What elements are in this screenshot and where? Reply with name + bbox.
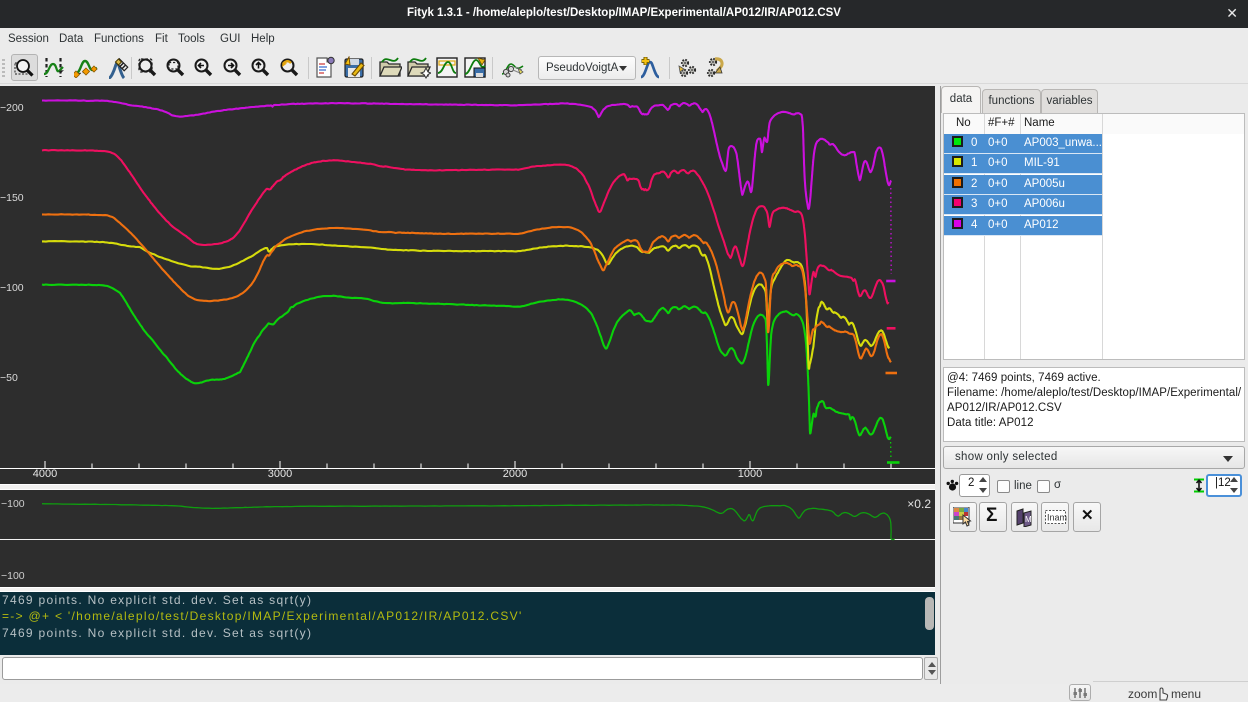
svg-text:Inam: Inam	[1047, 513, 1067, 523]
svg-text:M: M	[1025, 515, 1032, 524]
